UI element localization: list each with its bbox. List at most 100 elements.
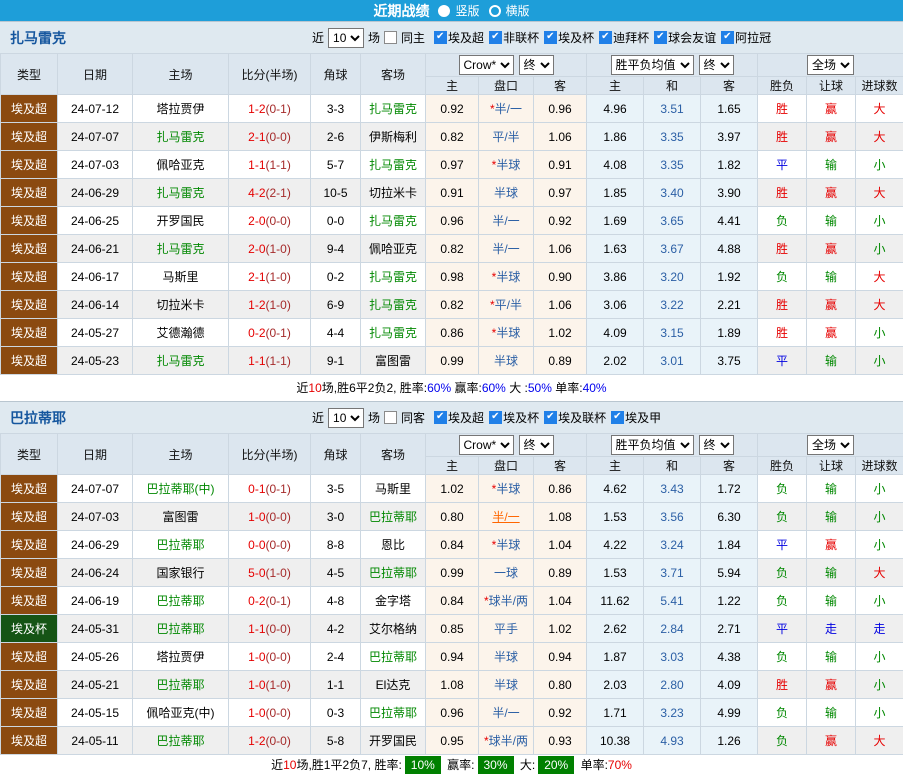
same-venue-checkbox-2[interactable] xyxy=(384,411,397,424)
cell-result: 胜 xyxy=(758,291,807,319)
cell-home-team: 富图雷 xyxy=(133,503,229,531)
league-checkbox[interactable] xyxy=(544,411,557,424)
cell-asian-home-odds: 0.82 xyxy=(426,123,479,151)
col-goals: 进球数 xyxy=(856,457,903,475)
cell-euro-away-odds: 1.92 xyxy=(701,263,758,291)
cell-away-team: 巴拉蒂耶 xyxy=(361,699,426,727)
cell-home-team: 巴拉蒂耶(中) xyxy=(133,475,229,503)
league-checkbox[interactable] xyxy=(599,31,612,44)
cell-goals-result: 小 xyxy=(856,151,903,179)
result-group: 全场 xyxy=(758,54,903,77)
cell-score: 5-0(1-0) xyxy=(229,559,311,587)
match-row: 埃及超24-06-19巴拉蒂耶0-2(0-1)4-8金字塔0.84*球半/两1.… xyxy=(1,587,903,615)
cell-asian-away-odds: 0.92 xyxy=(534,699,587,727)
col-spread: 让球 xyxy=(807,77,856,95)
same-venue-checkbox[interactable] xyxy=(384,31,397,44)
cell-euro-away-odds: 3.75 xyxy=(701,347,758,375)
vertical-radio-label[interactable]: 竖版 xyxy=(455,2,479,19)
cell-spread-result: 输 xyxy=(807,587,856,615)
cell-euro-away-odds: 4.88 xyxy=(701,235,758,263)
col-corner: 角球 xyxy=(311,434,361,475)
euro-avg-select[interactable]: 胜平负均值 xyxy=(611,55,694,75)
match-row: 埃及超24-05-23扎马雷克1-1(1-1)9-1富图雷0.99半球0.892… xyxy=(1,347,903,375)
cell-asian-home-odds: 0.80 xyxy=(426,503,479,531)
cell-asian-away-odds: 0.91 xyxy=(534,151,587,179)
cell-result: 平 xyxy=(758,531,807,559)
cell-result: 胜 xyxy=(758,95,807,123)
league-checkbox[interactable] xyxy=(721,31,734,44)
cell-spread-result: 输 xyxy=(807,207,856,235)
cell-date: 24-05-27 xyxy=(58,319,133,347)
final-euro-select[interactable]: 终 xyxy=(699,55,734,75)
odds-company-select[interactable]: Crow* xyxy=(459,55,514,75)
odds-company-select-2[interactable]: Crow* xyxy=(459,435,514,455)
cell-asian-home-odds: 0.96 xyxy=(426,207,479,235)
cell-result: 负 xyxy=(758,207,807,235)
cell-date: 24-07-03 xyxy=(58,151,133,179)
cell-goals-result: 小 xyxy=(856,671,903,699)
cell-home-team: 巴拉蒂耶 xyxy=(133,727,229,755)
cell-euro-away-odds: 4.99 xyxy=(701,699,758,727)
cell-spread-result: 输 xyxy=(807,699,856,727)
cell-corners: 4-8 xyxy=(311,587,361,615)
horizontal-radio-label[interactable]: 横版 xyxy=(506,2,530,19)
team-filter-bar-2: 巴拉蒂耶 近 10 场 同客 埃及超埃及杯埃及联杯埃及甲 xyxy=(0,401,903,433)
league-checkbox[interactable] xyxy=(434,411,447,424)
league-checkbox[interactable] xyxy=(489,31,502,44)
summary-text: 50% xyxy=(528,381,552,395)
cell-corners: 2-4 xyxy=(311,643,361,671)
league-checkbox[interactable] xyxy=(654,31,667,44)
cell-away-team: 佩哈亚克 xyxy=(361,235,426,263)
col-asian-home: 主 xyxy=(426,77,479,95)
league-label: 埃及联杯 xyxy=(558,409,606,426)
cell-spread-result: 赢 xyxy=(807,291,856,319)
final-euro-select-2[interactable]: 终 xyxy=(699,435,734,455)
scope-select-2[interactable]: 全场 xyxy=(807,435,854,455)
match-count-select[interactable]: 10 xyxy=(328,28,364,48)
league-checkbox[interactable] xyxy=(611,411,624,424)
horizontal-radio[interactable] xyxy=(489,5,501,17)
final-odds-select-2[interactable]: 终 xyxy=(519,435,554,455)
cell-spread-result: 输 xyxy=(807,503,856,531)
cell-league: 埃及超 xyxy=(1,671,58,699)
cell-home-team: 巴拉蒂耶 xyxy=(133,615,229,643)
cell-asian-away-odds: 0.94 xyxy=(534,643,587,671)
league-checkbox[interactable] xyxy=(489,411,502,424)
cell-home-team: 扎马雷克 xyxy=(133,123,229,151)
match-row: 埃及超24-07-03富图雷1-0(0-0)3-0巴拉蒂耶0.80半/一1.08… xyxy=(1,503,903,531)
cell-euro-draw-odds: 2.80 xyxy=(644,671,701,699)
cell-result: 负 xyxy=(758,559,807,587)
asian-odds-group: Crow* 终 xyxy=(426,54,587,77)
cell-handicap: *球半/两 xyxy=(479,727,534,755)
vertical-radio[interactable] xyxy=(438,5,450,17)
cell-home-team: 塔拉贾伊 xyxy=(133,643,229,671)
cell-date: 24-06-29 xyxy=(58,531,133,559)
col-asian-handicap: 盘口 xyxy=(479,77,534,95)
league-checkbox[interactable] xyxy=(544,31,557,44)
cell-date: 24-06-21 xyxy=(58,235,133,263)
cell-euro-draw-odds: 3.01 xyxy=(644,347,701,375)
cell-date: 24-06-19 xyxy=(58,587,133,615)
cell-asian-home-odds: 0.98 xyxy=(426,263,479,291)
cell-date: 24-05-21 xyxy=(58,671,133,699)
league-checkbox[interactable] xyxy=(434,31,447,44)
cell-asian-home-odds: 0.97 xyxy=(426,151,479,179)
cell-league: 埃及超 xyxy=(1,727,58,755)
cell-asian-away-odds: 1.02 xyxy=(534,615,587,643)
match-row: 埃及超24-06-29扎马雷克4-2(2-1)10-5切拉米卡0.91半球0.9… xyxy=(1,179,903,207)
cell-handicap: *半/一 xyxy=(479,95,534,123)
cell-euro-away-odds: 3.97 xyxy=(701,123,758,151)
euro-avg-select-2[interactable]: 胜平负均值 xyxy=(611,435,694,455)
cell-league: 埃及超 xyxy=(1,699,58,727)
match-row: 埃及超24-06-25开罗国民2-0(0-0)0-0扎马雷克0.96半/一0.9… xyxy=(1,207,903,235)
match-count-select-2[interactable]: 10 xyxy=(328,408,364,428)
scope-select[interactable]: 全场 xyxy=(807,55,854,75)
match-row: 埃及超24-06-24国家银行5-0(1-0)4-5巴拉蒂耶0.99一球0.89… xyxy=(1,559,903,587)
final-odds-select[interactable]: 终 xyxy=(519,55,554,75)
cell-handicap: 半球 xyxy=(479,643,534,671)
cell-euro-away-odds: 1.26 xyxy=(701,727,758,755)
cell-away-team: 扎马雷克 xyxy=(361,151,426,179)
cell-result: 平 xyxy=(758,151,807,179)
cell-handicap: 半球 xyxy=(479,347,534,375)
cell-asian-away-odds: 1.06 xyxy=(534,235,587,263)
